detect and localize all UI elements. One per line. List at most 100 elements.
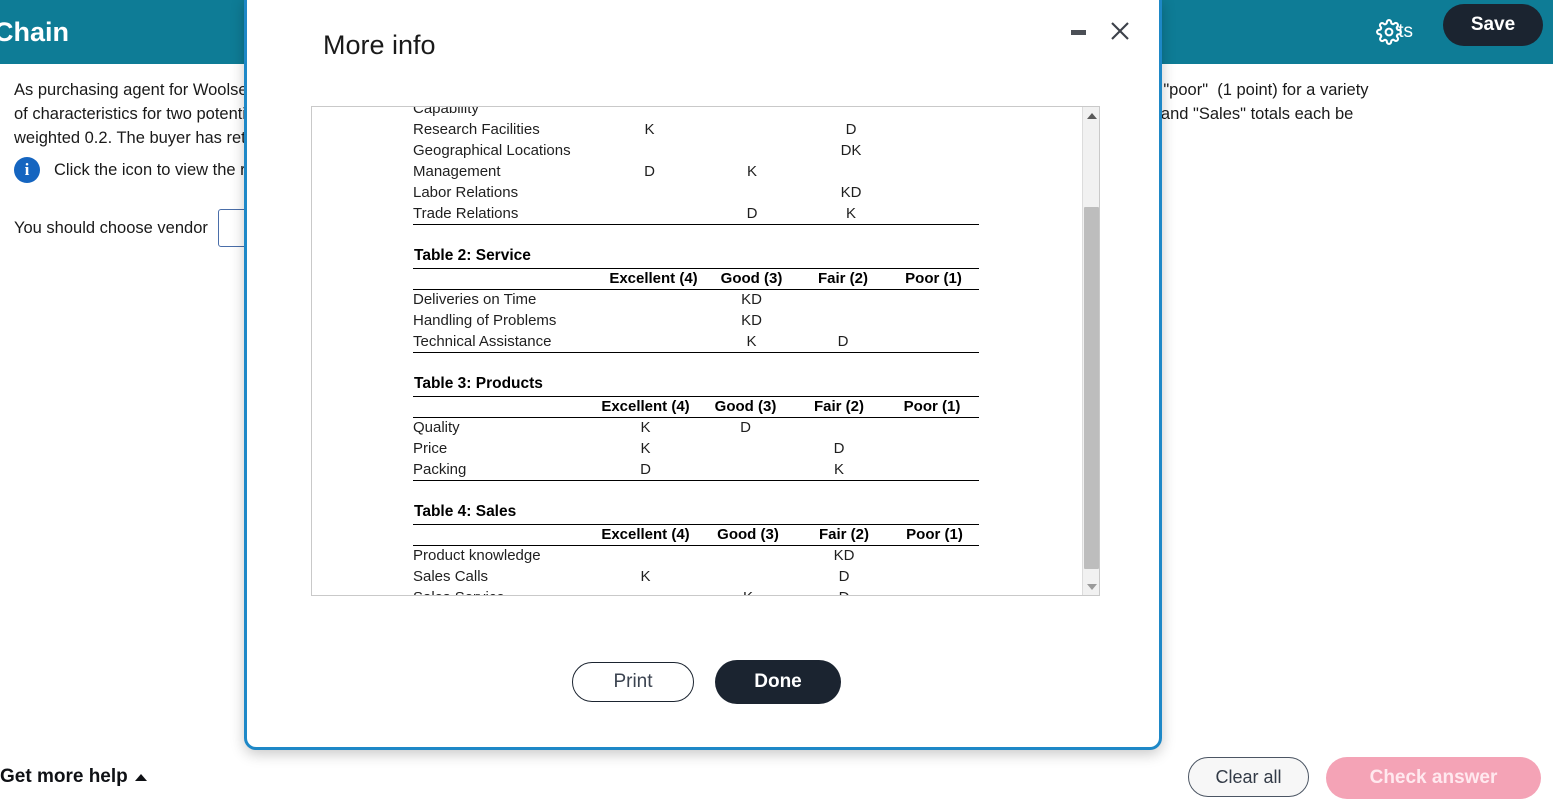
row-label: Sales Calls <box>413 568 489 585</box>
cell-poor <box>895 182 979 203</box>
cell-poor <box>895 203 979 225</box>
cell-fair: D <box>838 568 850 585</box>
cell-fair: KD <box>833 547 855 565</box>
col-poor: Poor (1) <box>890 523 979 546</box>
cell-fair <box>798 310 888 331</box>
col-blank <box>413 267 602 290</box>
cell-poor <box>890 566 979 587</box>
cell-fair: KD <box>840 184 862 201</box>
info-hint-row: i Click the icon to view the ra <box>14 157 255 183</box>
scrollbar-thumb[interactable] <box>1084 207 1099 569</box>
cell-fair <box>793 417 885 438</box>
cell-fair: D <box>798 587 890 595</box>
cell-fair <box>807 161 895 182</box>
table-row: Research Facilities K D <box>413 119 979 140</box>
cell-good: K <box>746 163 757 180</box>
modal-title: More info <box>323 30 436 60</box>
cell-excellent <box>602 331 705 353</box>
table-header-row: Excellent (4) Good (3) Fair (2) Poor (1) <box>413 267 979 290</box>
scroll-down-arrow-icon[interactable] <box>1083 578 1099 595</box>
cell-excellent: D <box>644 163 655 180</box>
row-label: Sales Service <box>413 587 593 595</box>
table-3: Excellent (4) Good (3) Fair (2) Poor (1)… <box>413 395 979 481</box>
row-label: Deliveries on Time <box>413 291 537 309</box>
cell-poor <box>888 289 979 310</box>
cell-good <box>698 459 793 481</box>
row-label: Capability <box>413 106 479 117</box>
row-label: Packing <box>413 459 593 481</box>
col-blank <box>413 523 593 546</box>
info-hint-text: Click the icon to view the ra <box>54 160 255 179</box>
info-icon[interactable]: i <box>14 157 40 183</box>
cell-excellent: K <box>640 419 651 437</box>
chevron-up-icon <box>134 773 147 781</box>
check-answer-button[interactable]: Check answer <box>1326 757 1541 799</box>
table-2-service: Table 2: Service Excellent (4) Good (3) … <box>413 247 979 353</box>
cell-excellent: D <box>593 459 698 481</box>
table-4: Excellent (4) Good (3) Fair (2) Poor (1)… <box>413 523 979 595</box>
row-label: Management <box>413 163 501 180</box>
cell-poor <box>895 119 979 140</box>
table-4-title: Table 4: Sales <box>414 502 517 520</box>
table-2-title: Table 2: Service <box>414 246 531 264</box>
minimize-icon[interactable] <box>1065 20 1091 44</box>
table-row: Trade Relations D K <box>413 203 979 225</box>
col-poor: Poor (1) <box>888 267 979 290</box>
table-3-products: Table 3: Products Excellent (4) Good (3)… <box>413 375 979 481</box>
cell-good: KD <box>741 312 762 329</box>
col-good: Good (3) <box>698 523 798 546</box>
row-label: Research Facilities <box>413 121 540 138</box>
row-label: Trade Relations <box>413 203 602 225</box>
print-button[interactable]: Print <box>572 662 694 702</box>
col-good: Good (3) <box>698 395 793 418</box>
table-row: Capability <box>413 106 979 119</box>
table-row: Labor Relations KD <box>413 182 979 203</box>
table-row: Deliveries on Time KD <box>413 289 979 310</box>
row-label: Geographical Locations <box>413 142 571 159</box>
cell-fair: D <box>798 331 888 353</box>
cell-excellent: K <box>644 121 655 138</box>
answer-prompt-label: You should choose vendor <box>14 218 208 237</box>
table-row: Price K D <box>413 438 979 459</box>
cell-excellent <box>602 310 705 331</box>
done-button[interactable]: Done <box>715 660 841 704</box>
minimize-bar <box>1070 29 1086 35</box>
save-button[interactable]: Save <box>1443 4 1543 46</box>
cell-good <box>698 545 798 566</box>
document-scroll-pane[interactable]: Capability Research Facilities K D Geogr… <box>311 106 1100 596</box>
vertical-scrollbar[interactable] <box>1082 107 1099 595</box>
table-4-sales: Table 4: Sales Excellent (4) Good (3) Fa… <box>413 502 979 595</box>
row-label: Technical Assistance <box>413 331 602 353</box>
cell-fair: D <box>833 440 845 457</box>
table-3-title: Table 3: Products <box>414 374 543 392</box>
cell-poor <box>885 438 979 459</box>
col-excellent: Excellent (4) <box>593 523 698 546</box>
cell-fair: DK <box>840 142 862 159</box>
gear-icon[interactable] <box>1369 12 1409 52</box>
cell-fair: K <box>807 203 895 225</box>
table-row: Technical Assistance K D <box>413 331 979 353</box>
table-row: Sales Calls K D <box>413 566 979 587</box>
app-title: Chain <box>0 16 70 47</box>
row-label: Handling of Problems <box>413 312 557 329</box>
table-header-row: Excellent (4) Good (3) Fair (2) Poor (1) <box>413 395 979 418</box>
col-blank <box>413 395 593 418</box>
cell-good <box>697 140 807 161</box>
clear-all-button[interactable]: Clear all <box>1188 757 1309 797</box>
table-1-capability: Capability Research Facilities K D Geogr… <box>413 106 979 225</box>
cell-good <box>697 119 807 140</box>
cell-good <box>697 182 807 203</box>
cell-good: K <box>705 331 798 353</box>
cell-good: D <box>740 419 751 437</box>
close-icon[interactable] <box>1103 14 1137 48</box>
cell-excellent: K <box>640 440 651 457</box>
cell-poor <box>890 587 979 595</box>
get-more-help-toggle[interactable]: Get more help <box>0 766 147 788</box>
col-excellent: Excellent (4) <box>602 267 705 290</box>
rating-document: Capability Research Facilities K D Geogr… <box>413 106 979 595</box>
cell-excellent <box>593 587 698 595</box>
scroll-up-arrow-icon[interactable] <box>1083 107 1099 124</box>
table-row: Management D K <box>413 161 979 182</box>
